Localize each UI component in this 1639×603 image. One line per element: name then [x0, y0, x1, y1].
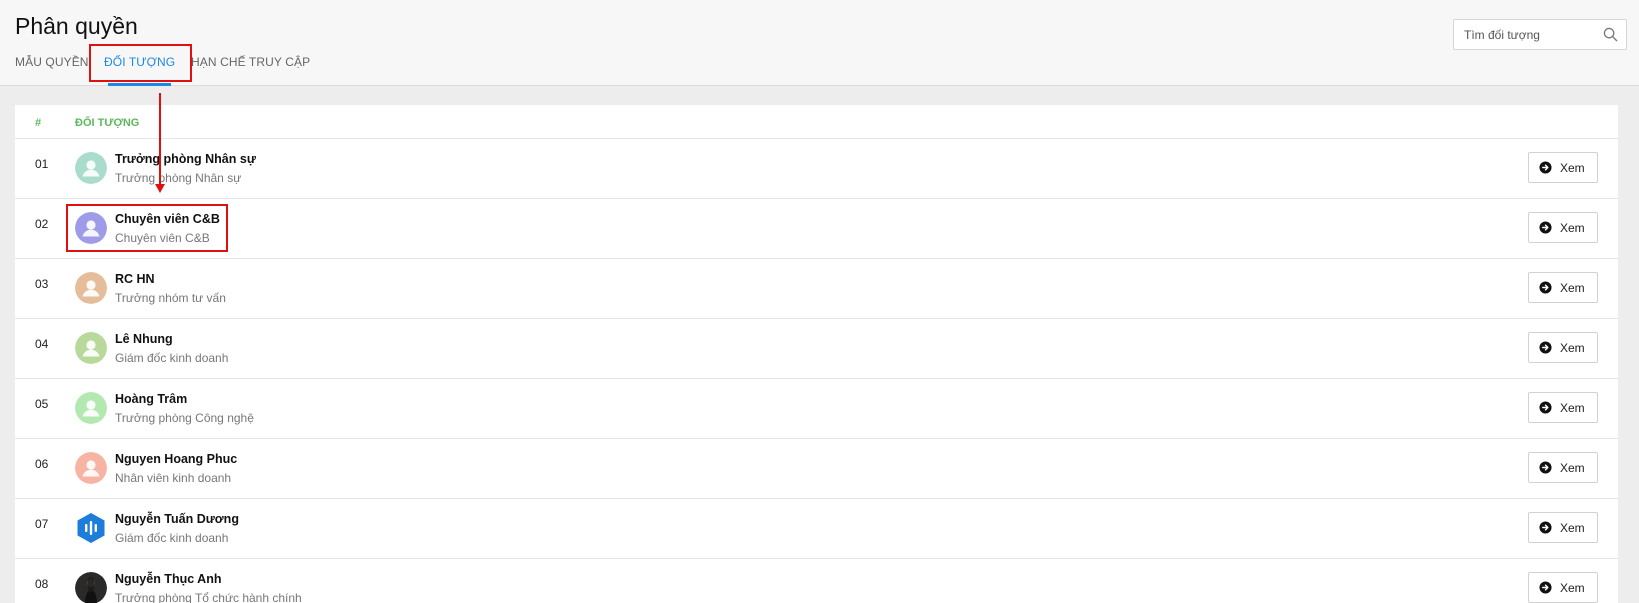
arrow-circle-right-icon — [1539, 521, 1552, 534]
row-subtitle: Trưởng phòng Tổ chức hành chính — [115, 591, 302, 603]
table-row: 04 Lê Nhung Giám đốc kinh doanh Xem — [15, 319, 1618, 379]
view-button-label: Xem — [1560, 461, 1585, 475]
view-button-label: Xem — [1560, 341, 1585, 355]
row-name: Hoàng Trâm — [115, 392, 188, 406]
search-box — [1453, 19, 1627, 50]
view-button-label: Xem — [1560, 221, 1585, 235]
row-subtitle: Giám đốc kinh doanh — [115, 531, 229, 545]
row-name: Nguyễn Thục Anh — [115, 572, 222, 586]
row-index: 02 — [35, 217, 49, 231]
row-index: 06 — [35, 457, 49, 471]
row-name: Nguyễn Tuấn Dương — [115, 512, 239, 526]
row-subtitle: Trưởng phòng Nhân sự — [115, 171, 242, 185]
tab-mau-quyen[interactable]: MẪU QUYỀN — [15, 55, 89, 69]
arrow-circle-right-icon — [1539, 401, 1552, 414]
tab-doi-tuong[interactable]: ĐỐI TƯỢNG — [104, 55, 175, 69]
arrow-circle-right-icon — [1539, 281, 1552, 294]
view-button-label: Xem — [1560, 281, 1585, 295]
row-name: Lê Nhung — [115, 332, 173, 346]
page-title: Phân quyền — [15, 13, 138, 39]
table-row: 05 Hoàng Trâm Trưởng phòng Công nghệ Xem — [15, 379, 1618, 439]
table-header: # ĐỐI TƯỢNG — [15, 105, 1618, 139]
avatar-logo-icon — [75, 512, 107, 544]
view-button[interactable]: Xem — [1528, 512, 1598, 543]
arrow-circle-right-icon — [1539, 581, 1552, 594]
column-header-index: # — [35, 117, 42, 129]
search-icon[interactable] — [1603, 27, 1618, 42]
arrow-circle-right-icon — [1539, 221, 1552, 234]
table-row: 06 Nguyen Hoang Phuc Nhân viên kinh doanh X… — [15, 439, 1618, 499]
column-header-object: ĐỐI TƯỢNG — [75, 117, 140, 129]
avatar-person-icon — [75, 272, 107, 304]
row-index: 04 — [35, 337, 49, 351]
avatar-person-icon — [75, 452, 107, 484]
tab-han-che-truy-cap[interactable]: HẠN CHẾ TRUY CẬP — [191, 55, 310, 69]
view-button-label: Xem — [1560, 401, 1585, 415]
table-row: 07 Nguyễn Tuấn Dương Giám đốc kinh doanh Xe… — [15, 499, 1618, 559]
row-subtitle: Trưởng nhóm tư vấn — [115, 291, 226, 305]
avatar-person-icon — [75, 332, 107, 364]
active-tab-indicator — [108, 83, 171, 86]
avatar-person-icon — [75, 152, 107, 184]
row-subtitle: Chuyên viên C&B — [115, 231, 210, 245]
row-index: 01 — [35, 157, 49, 171]
row-index: 05 — [35, 397, 49, 411]
view-button[interactable]: Xem — [1528, 332, 1598, 363]
page-header: Phân quyền MẪU QUYỀN ĐỐI TƯỢNG HẠN CHẾ T… — [0, 0, 1639, 86]
avatar-person-icon — [75, 212, 107, 244]
table-row: 01 Trưởng phòng Nhân sự Trưởng phòng Nhân … — [15, 139, 1618, 199]
table-row: 08 Nguyễn Thục Anh Trưởng phòng Tổ chức hà… — [15, 559, 1618, 603]
row-name: RC HN — [115, 272, 155, 286]
objects-table: # ĐỐI TƯỢNG 01 Trưởng phòng Nhân sự Trưởng… — [15, 105, 1618, 603]
view-button[interactable]: Xem — [1528, 152, 1598, 183]
view-button-label: Xem — [1560, 581, 1585, 595]
arrow-circle-right-icon — [1539, 341, 1552, 354]
row-subtitle: Nhân viên kinh doanh — [115, 471, 232, 485]
row-subtitle: Giám đốc kinh doanh — [115, 351, 229, 365]
row-name: Nguyen Hoang Phuc — [115, 452, 238, 466]
row-index: 08 — [35, 577, 49, 591]
avatar-photo — [75, 572, 107, 603]
row-name: Chuyên viên C&B — [115, 212, 220, 226]
arrow-circle-right-icon — [1539, 461, 1552, 474]
view-button[interactable]: Xem — [1528, 572, 1598, 603]
table-row: 03 RC HN Trưởng nhóm tư vấn Xem — [15, 259, 1618, 319]
avatar-person-icon — [75, 392, 107, 424]
row-index: 07 — [35, 517, 49, 531]
view-button[interactable]: Xem — [1528, 272, 1598, 303]
row-subtitle: Trưởng phòng Công nghệ — [115, 411, 254, 425]
view-button[interactable]: Xem — [1528, 392, 1598, 423]
arrow-circle-right-icon — [1539, 161, 1552, 174]
view-button-label: Xem — [1560, 521, 1585, 535]
table-row: 02 Chuyên viên C&B Chuyên viên C&B Xem — [15, 199, 1618, 259]
view-button-label: Xem — [1560, 161, 1585, 175]
view-button[interactable]: Xem — [1528, 212, 1598, 243]
view-button[interactable]: Xem — [1528, 452, 1598, 483]
search-input[interactable] — [1464, 20, 1604, 49]
row-index: 03 — [35, 277, 49, 291]
row-name: Trưởng phòng Nhân sự — [115, 152, 256, 166]
